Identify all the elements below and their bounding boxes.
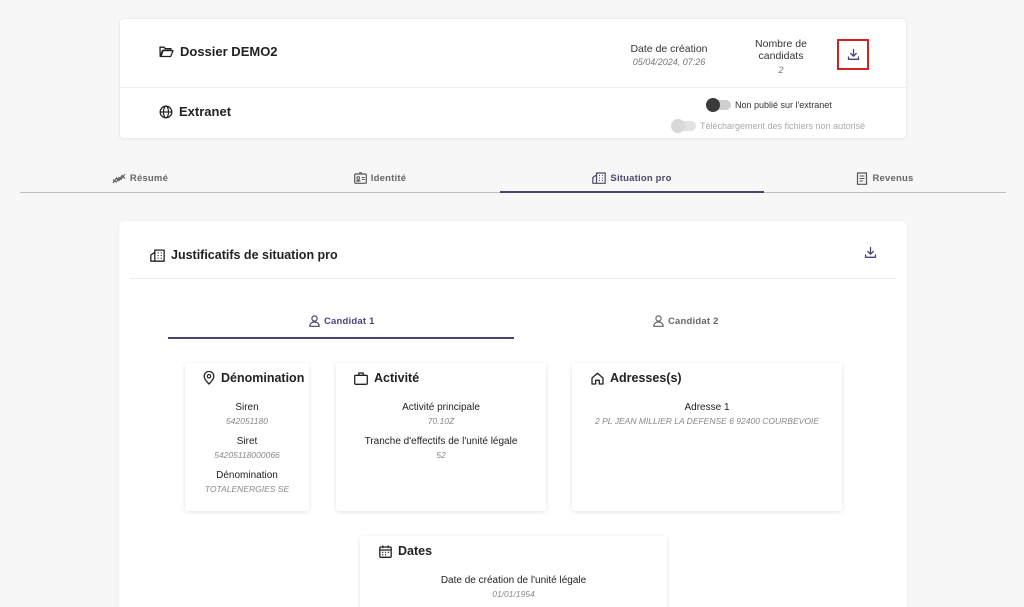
- date-creation-field: Date de création de l'unité légale 01/01…: [360, 575, 667, 599]
- toggle-knob: [706, 98, 720, 112]
- tab-label: Identité: [370, 172, 407, 184]
- candidates-label-line2: candidats: [758, 50, 804, 62]
- active-candidate-indicator: [168, 337, 514, 339]
- tranche-effectifs-value: 52: [436, 450, 446, 460]
- toggle-download-row: Téléchargement des fichiers non autorisé: [671, 119, 866, 133]
- activite-principale-field: Activité principale 70.10Z: [336, 402, 546, 426]
- receipt-icon: [856, 171, 868, 185]
- activite-principale-value: 70.10Z: [427, 416, 455, 426]
- toggle-published-row: Non publié sur l'extranet: [706, 98, 832, 112]
- folder-open-icon: [159, 45, 174, 58]
- toggle-download-label: Téléchargement des fichiers non autorisé: [700, 121, 866, 131]
- user-icon: [309, 315, 320, 327]
- adresse-1-label: Adresse 1: [684, 402, 730, 413]
- adresse-1-field: Adresse 1 2 PL JEAN MILLIER LA DEFENSE 6…: [572, 402, 842, 426]
- section-divider: [130, 278, 896, 279]
- tranche-effectifs-label: Tranche d'effectifs de l'unité légale: [364, 436, 518, 447]
- chart-line-icon: [112, 173, 126, 184]
- toggle-published-label: Non publié sur l'extranet: [735, 100, 832, 110]
- creation-date-meta: Date de création 05/04/2024, 07:26: [624, 43, 714, 67]
- toggle-knob: [671, 119, 685, 133]
- denomination-field: Dénomination TOTALENERGIES SE: [185, 470, 309, 494]
- active-tab-indicator: [500, 191, 764, 193]
- id-card-icon: [353, 172, 367, 184]
- dossier-title-row: Dossier DEMO2: [159, 44, 278, 59]
- creation-date-value: 05/04/2024, 07:26: [632, 57, 706, 67]
- tab-situation-pro[interactable]: Situation pro: [500, 164, 764, 192]
- header-divider: [120, 87, 906, 88]
- creation-date-label: Date de création: [630, 43, 708, 55]
- download-section-button[interactable]: [864, 246, 877, 259]
- tab-candidat-2[interactable]: Candidat 2: [653, 315, 719, 327]
- activite-title-row: Activité: [354, 371, 419, 385]
- candidates-count-value: 2: [778, 65, 784, 75]
- tab-revenus[interactable]: Revenus: [764, 164, 1006, 192]
- user-icon: [653, 315, 664, 327]
- denomination-title: Dénomination: [221, 371, 305, 385]
- section-title: Justificatifs de situation pro: [171, 248, 338, 262]
- siren-label: Siren: [235, 402, 259, 413]
- tab-label: Revenus: [872, 172, 914, 184]
- buildings-icon: [150, 249, 165, 262]
- date-creation-label: Date de création de l'unité légale: [440, 575, 587, 586]
- activite-principale-label: Activité principale: [402, 402, 480, 413]
- adresses-title: Adresses(s): [610, 371, 682, 385]
- candidate-tab-label: Candidat 1: [324, 315, 375, 327]
- download-icon: [847, 48, 860, 61]
- adresse-1-value: 2 PL JEAN MILLIER LA DEFENSE 6 92400 COU…: [595, 416, 819, 426]
- section-title-row: Justificatifs de situation pro: [150, 248, 338, 262]
- candidates-label-line1: Nombre de: [755, 38, 807, 50]
- siret-value: 54205118000066: [214, 450, 280, 460]
- siret-field: Siret 54205118000066: [185, 436, 309, 460]
- siret-label: Siret: [236, 436, 258, 447]
- home-icon: [591, 372, 604, 385]
- tab-resume[interactable]: Résumé: [20, 164, 260, 192]
- date-creation-value: 01/01/1954: [492, 589, 535, 599]
- globe-icon: [159, 105, 173, 119]
- download-dossier-button[interactable]: [837, 39, 869, 70]
- download-icon: [864, 246, 877, 259]
- siren-value: 542051180: [226, 416, 268, 426]
- extranet-title: Extranet: [179, 104, 232, 119]
- adresses-title-row: Adresses(s): [591, 371, 682, 385]
- dates-title: Dates: [398, 544, 433, 558]
- tab-label: Situation pro: [610, 172, 672, 184]
- denomination-label: Dénomination: [216, 470, 278, 481]
- denomination-title-row: Dénomination: [203, 371, 304, 385]
- adresses-card: [572, 363, 842, 511]
- siren-field: Siren 542051180: [185, 402, 309, 426]
- tab-label: Résumé: [129, 172, 169, 184]
- briefcase-icon: [354, 371, 368, 385]
- toggle-download-switch[interactable]: [671, 119, 696, 133]
- map-pin-icon: [203, 371, 215, 385]
- candidate-tab-label: Candidat 2: [668, 315, 719, 327]
- tranche-effectifs-field: Tranche d'effectifs de l'unité légale 52: [336, 436, 546, 460]
- buildings-icon: [592, 172, 607, 184]
- tab-identite[interactable]: Identité: [260, 164, 500, 192]
- activite-title: Activité: [374, 371, 420, 385]
- tab-candidat-1[interactable]: Candidat 1: [309, 315, 375, 327]
- main-tab-bar: Résumé Identité Situation pro Revenus: [20, 164, 1006, 193]
- denomination-value: TOTALENERGIES SE: [204, 484, 290, 494]
- candidates-count-meta: Nombre de candidats 2: [746, 38, 816, 76]
- extranet-title-row: Extranet: [159, 104, 231, 119]
- dossier-title: Dossier DEMO2: [180, 44, 278, 59]
- toggle-published-switch[interactable]: [706, 98, 731, 112]
- calendar-icon: [379, 545, 392, 558]
- dates-title-row: Dates: [379, 544, 432, 558]
